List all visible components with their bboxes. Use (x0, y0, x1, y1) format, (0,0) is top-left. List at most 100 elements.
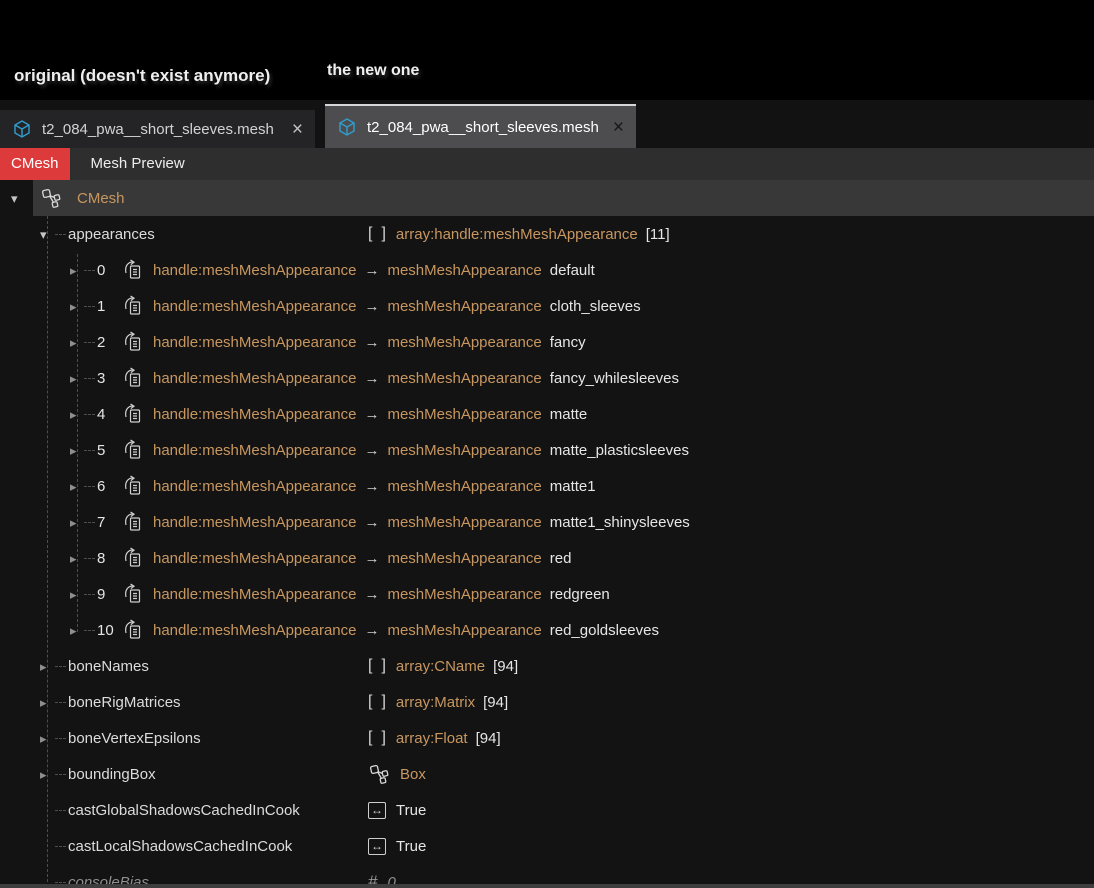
file-tab-original[interactable]: t2_084_pwa__short_sleeves.mesh × (0, 110, 315, 148)
value-type: array:CName (396, 658, 485, 675)
document-tab-strip: CMesh Mesh Preview (0, 148, 1094, 180)
appearance-index: 5 (97, 442, 123, 459)
handle-type: handle:meshMeshAppearance (153, 514, 356, 531)
annotation-banner: original (doesn't exist anymore) the new… (0, 0, 1094, 100)
property-label: boundingBox (68, 766, 156, 783)
tree-row-property[interactable]: consoleBias # 0 (0, 864, 1094, 884)
property-value: ↔ True (368, 838, 426, 855)
tree-row-property[interactable]: ▸ boneVertexEpsilons [] array:Float [94] (0, 720, 1094, 756)
tree-row-property[interactable]: ▸ boundingBox Box (0, 756, 1094, 792)
property-value: # 0 (368, 872, 396, 884)
appearance-row[interactable]: ▸ 9 handle:meshMeshAppearance → meshMesh… (0, 576, 1094, 612)
appearance-name: default (550, 262, 595, 279)
expand-arrow-icon[interactable]: ▸ (40, 696, 47, 709)
appearance-row[interactable]: ▸ 0 handle:meshMeshAppearance → meshMesh… (0, 252, 1094, 288)
value-text: True (396, 838, 426, 855)
tree-row-property[interactable]: castGlobalShadowsCachedInCook ↔ True (0, 792, 1094, 828)
root-class-name: CMesh (77, 190, 125, 207)
tree-row-property[interactable]: ▸ boneRigMatrices [] array:Matrix [94] (0, 684, 1094, 720)
tree-branch-line (84, 630, 95, 631)
array-brackets-icon: [] (368, 693, 386, 711)
array-brackets-icon: [] (368, 657, 386, 675)
tree-row-property[interactable]: ▸ boneNames [] array:CName [94] (0, 648, 1094, 684)
tree-branch-line (84, 378, 95, 379)
appearance-row[interactable]: ▸ 10 handle:meshMeshAppearance → meshMes… (0, 612, 1094, 648)
tree-row-property[interactable]: castLocalShadowsCachedInCook ↔ True (0, 828, 1094, 864)
close-icon[interactable]: × (613, 118, 624, 137)
expand-arrow-icon[interactable]: ▸ (70, 372, 77, 385)
appearance-row[interactable]: ▸ 6 handle:meshMeshAppearance → meshMesh… (0, 468, 1094, 504)
target-type: meshMeshAppearance (387, 298, 541, 315)
array-count: [94] (493, 658, 518, 675)
expand-arrow-icon[interactable]: ▸ (70, 552, 77, 565)
appearance-name: matte (550, 406, 588, 423)
expand-arrow-icon[interactable]: ▸ (70, 408, 77, 421)
handle-ref-icon (123, 475, 145, 497)
expand-arrow-icon[interactable]: ▾ (40, 228, 47, 241)
handle-type: handle:meshMeshAppearance (153, 586, 356, 603)
target-type: meshMeshAppearance (387, 370, 541, 387)
value-type: Box (400, 766, 426, 783)
close-icon[interactable]: × (292, 120, 303, 139)
target-type: meshMeshAppearance (387, 622, 541, 639)
appearance-row[interactable]: ▸ 5 handle:meshMeshAppearance → meshMesh… (0, 432, 1094, 468)
handle-ref-icon (123, 583, 145, 605)
tree-branch-line (84, 450, 95, 451)
appearance-name: matte1 (550, 478, 596, 495)
tree-branch-line (84, 594, 95, 595)
file-tab-title: t2_084_pwa__short_sleeves.mesh (367, 119, 599, 136)
expand-arrow-icon[interactable]: ▸ (70, 444, 77, 457)
appearance-row[interactable]: ▸ 4 handle:meshMeshAppearance → meshMesh… (0, 396, 1094, 432)
array-brackets-icon: [] (368, 225, 386, 243)
target-type: meshMeshAppearance (387, 514, 541, 531)
appearance-row[interactable]: ▸ 3 handle:meshMeshAppearance → meshMesh… (0, 360, 1094, 396)
arrow-glyph: → (364, 514, 379, 531)
row-highlight (33, 180, 1094, 216)
property-label: appearances (68, 226, 155, 243)
expand-arrow-icon[interactable]: ▸ (70, 480, 77, 493)
tree-branch-line (84, 306, 95, 307)
appearance-row[interactable]: ▸ 2 handle:meshMeshAppearance → meshMesh… (0, 324, 1094, 360)
array-count: [94] (483, 694, 508, 711)
appearance-row[interactable]: ▸ 7 handle:meshMeshAppearance → meshMesh… (0, 504, 1094, 540)
appearance-name: cloth_sleeves (550, 298, 641, 315)
handle-ref-icon (123, 547, 145, 569)
tree-row-root[interactable]: ▾ CMesh (0, 180, 1094, 216)
property-value: Box (368, 763, 434, 785)
appearance-row[interactable]: ▸ 1 handle:meshMeshAppearance → meshMesh… (0, 288, 1094, 324)
property-value: [] array:Matrix [94] (368, 693, 508, 711)
tree-row-appearances[interactable]: ▾ appearances [] array:handle:meshMeshAp… (0, 216, 1094, 252)
tree-branch-line (55, 702, 66, 703)
tree-branch-line (84, 522, 95, 523)
expand-arrow-icon[interactable]: ▸ (70, 516, 77, 529)
tree-branch-line (55, 774, 66, 775)
handle-ref-icon (123, 259, 145, 281)
expand-arrow-icon[interactable]: ▸ (70, 300, 77, 313)
appearance-index: 9 (97, 586, 123, 603)
expand-arrow-icon[interactable]: ▸ (70, 264, 77, 277)
expand-arrow-icon[interactable]: ▸ (40, 768, 47, 781)
file-tab-bar: t2_084_pwa__short_sleeves.mesh × t2_084_… (0, 100, 1094, 148)
file-tab-new[interactable]: t2_084_pwa__short_sleeves.mesh × (325, 104, 636, 148)
expand-arrow-icon[interactable]: ▾ (11, 192, 18, 205)
handle-type: handle:meshMeshAppearance (153, 622, 356, 639)
horizontal-scrollbar[interactable] (0, 884, 1094, 888)
target-type: meshMeshAppearance (387, 586, 541, 603)
handle-ref-icon (123, 511, 145, 533)
tab-cmesh[interactable]: CMesh (0, 148, 70, 180)
arrow-glyph: → (364, 262, 379, 279)
tab-mesh-preview[interactable]: Mesh Preview (80, 148, 196, 180)
appearance-index: 2 (97, 334, 123, 351)
expand-arrow-icon[interactable]: ▸ (70, 588, 77, 601)
array-count: [94] (476, 730, 501, 747)
value-type: array:handle:meshMeshAppearance (396, 226, 638, 243)
appearance-index: 10 (97, 622, 123, 639)
target-type: meshMeshAppearance (387, 262, 541, 279)
handle-type: handle:meshMeshAppearance (153, 442, 356, 459)
appearance-row[interactable]: ▸ 8 handle:meshMeshAppearance → meshMesh… (0, 540, 1094, 576)
expand-arrow-icon[interactable]: ▸ (40, 660, 47, 673)
expand-arrow-icon[interactable]: ▸ (70, 336, 77, 349)
expand-arrow-icon[interactable]: ▸ (40, 732, 47, 745)
expand-arrow-icon[interactable]: ▸ (70, 624, 77, 637)
property-list: ▸ boneNames [] array:CName [94] ▸ boneRi… (0, 648, 1094, 884)
